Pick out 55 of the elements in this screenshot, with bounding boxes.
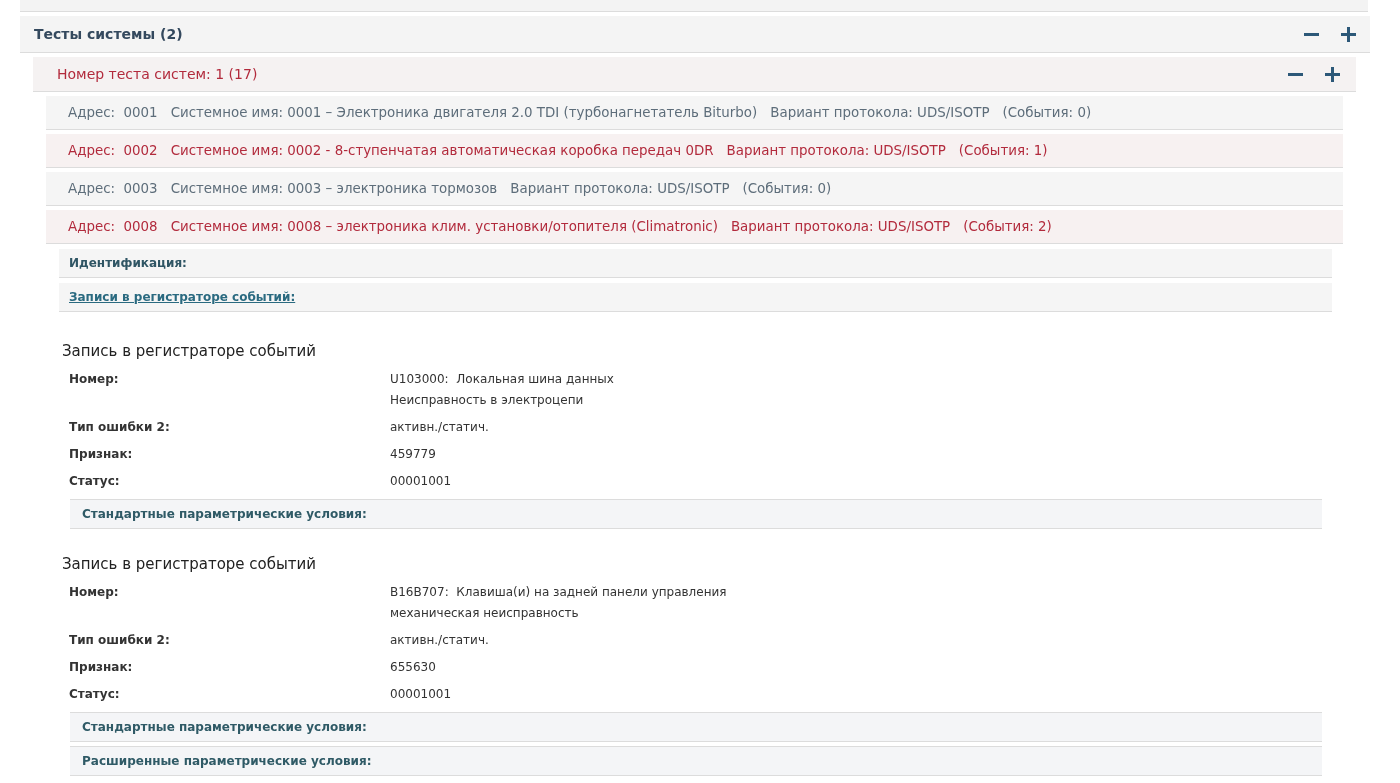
test-title: Номер теста систем: 1 (17): [57, 66, 258, 82]
protocol-text: Вариант протокола: UDS/ISOTP: [726, 143, 946, 158]
field-value: 00001001: [390, 473, 452, 490]
protocol-text: Вариант протокола: UDS/ISOTP: [510, 181, 730, 196]
events-count: (События: 0): [742, 181, 832, 196]
system-row[interactable]: Адрес: 0001 Системное имя: 0001 – Электроника двигателя 2.0 TDI (турбонагнетатель Biturbo) Вариант протокола: UDS/ISOTP (События: 0): [46, 96, 1343, 130]
field-value: U103000: Локальная шина данных: [390, 371, 614, 388]
system-name-text: Системное имя: 0003 – электроника тормозов: [170, 181, 498, 196]
system-name-text: Системное имя: 0002 - 8-ступенчатая автоматическая коробка передач 0DR: [170, 143, 714, 158]
parameter-section[interactable]: Стандартные параметрические условия:: [70, 499, 1322, 529]
test-header[interactable]: Номер теста систем: 1 (17): [33, 57, 1356, 92]
field-label: Признак:: [69, 446, 134, 463]
protocol-text: Вариант протокола: UDS/ISOTP: [730, 219, 951, 234]
system-row[interactable]: Адрес: 0003 Системное имя: 0003 – электроника тормозов Вариант протокола: UDS/ISOTP (События: 0): [46, 172, 1343, 206]
field-label: Тип ошибки 2:: [69, 419, 171, 436]
group-title: Тесты системы (2): [34, 26, 183, 42]
parameter-section[interactable]: Расширенные параметрические условия:: [70, 746, 1322, 776]
field-label: Статус:: [69, 473, 121, 490]
field-value: B16B707: Клавиша(и) на задней панели управления: [390, 584, 727, 601]
group-header[interactable]: Тесты системы (2): [20, 16, 1370, 53]
field-value: 655630: [390, 659, 436, 676]
parameter-section-title: Стандартные параметрические условия:: [82, 507, 367, 521]
field-value: активн./статич.: [390, 632, 489, 649]
field-value: Неисправность в электроцепи: [390, 392, 585, 409]
protocol-text: Вариант протокола: UDS/ISOTP: [770, 105, 990, 120]
field-label: Номер:: [69, 584, 120, 601]
system-name-text: Системное имя: 0008 – электроника клим. установки/отопителя (Climatronic): [170, 219, 718, 234]
field-label: Тип ошибки 2:: [69, 632, 171, 649]
field-value: активн./статич.: [390, 419, 489, 436]
subsection-link[interactable]: Записи в регистраторе событий:: [69, 290, 296, 304]
subsection-bar[interactable]: Идентификация:: [59, 249, 1332, 278]
field-value: 459779: [390, 446, 436, 463]
collapse-icon[interactable]: [1288, 72, 1303, 76]
record-title: Запись в регистраторе событий: [62, 555, 318, 573]
parameter-section[interactable]: Стандартные параметрические условия:: [70, 712, 1322, 742]
address-text: Адрес: 0002: [68, 143, 158, 158]
system-name-text: Системное имя: 0001 – Электроника двигателя 2.0 TDI (турбонагнетатель Biturbo): [170, 105, 758, 120]
parameter-section-title: Расширенные параметрические условия:: [82, 754, 372, 768]
system-row[interactable]: Адрес: 0008 Системное имя: 0008 – электроника клим. установки/отопителя (Climatronic) Вариант протокола: UDS/ISOTP (События: 2): [46, 210, 1343, 244]
field-label: Признак:: [69, 659, 134, 676]
system-row[interactable]: Адрес: 0002 Системное имя: 0002 - 8-ступенчатая автоматическая коробка передач 0DR Вариант протокола: UDS/ISOTP (События: 1): [46, 134, 1343, 168]
events-count: (События: 2): [963, 219, 1052, 234]
field-value: 00001001: [390, 686, 452, 703]
events-count: (События: 0): [1002, 105, 1092, 120]
address-text: Адрес: 0003: [68, 181, 158, 196]
collapse-icon[interactable]: [1304, 32, 1319, 36]
field-label: Статус:: [69, 686, 121, 703]
events-count: (События: 1): [958, 143, 1048, 158]
address-text: Адрес: 0008: [68, 219, 158, 234]
parameter-section-title: Стандартные параметрические условия:: [82, 720, 367, 734]
subsection-title: Идентификация:: [69, 256, 187, 270]
field-value: механическая неисправность: [390, 605, 580, 622]
record-title: Запись в регистраторе событий: [62, 342, 318, 360]
address-text: Адрес: 0001: [68, 105, 158, 120]
field-label: Номер:: [69, 371, 120, 388]
